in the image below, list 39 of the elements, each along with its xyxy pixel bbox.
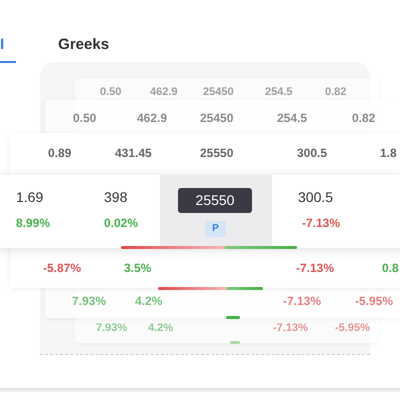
price-text: 25450: [203, 85, 234, 99]
change-text: 7.93%: [72, 294, 106, 308]
price-text: 300.5: [298, 189, 334, 205]
change-text: 4.2%: [135, 294, 162, 308]
change-text: 0.8: [382, 261, 399, 275]
price-text: 25450: [200, 111, 234, 125]
ratio-bar: [230, 341, 240, 344]
price-text: 0.82: [325, 85, 346, 99]
change-text: 4.2%: [148, 321, 174, 335]
change-text: 0.02%: [104, 216, 138, 230]
price-text: 462.9: [150, 85, 178, 99]
price-text: 0.82: [352, 111, 376, 125]
change-text: 3.5%: [124, 261, 152, 275]
change-text: -5.87%: [43, 261, 82, 275]
price-text: 254.5: [277, 111, 308, 125]
price-text: 254.5: [265, 85, 293, 99]
price-text: 0.89: [48, 146, 72, 160]
change-text: -5.95%: [335, 321, 370, 335]
tab[interactable]: I: [0, 36, 16, 63]
change-text: -7.13%: [273, 321, 308, 335]
price-text: 25550: [200, 146, 234, 160]
change-text: -7.13%: [302, 216, 340, 230]
price-text: 431.45: [115, 146, 152, 160]
price-text: 398: [104, 189, 128, 205]
change-text: 8.99%: [16, 216, 50, 230]
change-text: -7.13%: [283, 294, 322, 308]
tab[interactable]: Greeks: [56, 36, 112, 63]
change-text: 7.93%: [96, 321, 128, 335]
price-text: 300.5: [297, 146, 328, 160]
strike-price[interactable]: 25550: [178, 188, 252, 213]
ratio-bar: [226, 316, 240, 319]
price-text: 1.69: [16, 189, 44, 205]
change-text: -5.95%: [355, 294, 394, 308]
price-text: 0.50: [100, 85, 122, 99]
put-badge: P: [205, 221, 226, 237]
price-text: 1.8: [380, 146, 397, 160]
change-text: -7.13%: [296, 261, 334, 275]
price-text: 0.50: [73, 111, 96, 125]
price-text: 462.9: [137, 111, 168, 125]
